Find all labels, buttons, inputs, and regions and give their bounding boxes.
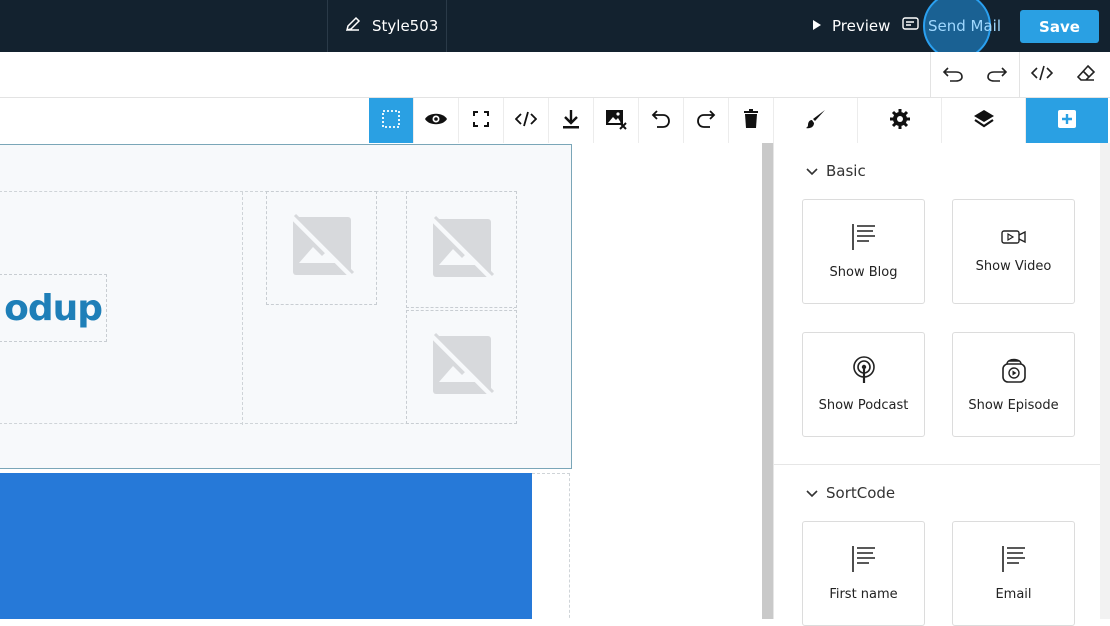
block-show-episode[interactable]: Show Episode: [952, 332, 1075, 437]
broken-image-icon: [429, 215, 495, 285]
send-mail-button[interactable]: Send Mail: [902, 14, 1001, 38]
category-label: SortCode: [826, 484, 896, 502]
code-view-button[interactable]: [1019, 52, 1064, 97]
image-placeholder[interactable]: [406, 191, 517, 308]
editor-canvas[interactable]: odup: [0, 143, 762, 619]
logo-column[interactable]: odup: [0, 192, 243, 425]
template-name: Style503: [372, 17, 439, 35]
secondary-toolbar: [0, 52, 1110, 98]
block-label: Email: [995, 587, 1032, 602]
select-component-icon: [381, 109, 401, 133]
tab-blocks[interactable]: [1025, 98, 1108, 143]
remove-image-icon: [605, 108, 627, 134]
preview-eye-button[interactable]: [414, 98, 459, 143]
logo-text: odup: [4, 287, 103, 329]
image-placeholder[interactable]: [266, 191, 377, 305]
trash-icon: [743, 108, 759, 133]
block-show-blog[interactable]: Show Blog: [802, 199, 925, 304]
tab-layer-manager[interactable]: [941, 98, 1025, 143]
block-label: First name: [829, 587, 898, 602]
brush-icon: [805, 108, 827, 134]
pencil-icon: [344, 15, 362, 37]
undo-button[interactable]: [931, 52, 975, 97]
mail-icon: [902, 16, 920, 36]
banner-column-outline: [532, 473, 570, 619]
category-divider: [774, 464, 1101, 465]
fullscreen-button[interactable]: [459, 98, 504, 143]
tab-style-manager[interactable]: [773, 98, 857, 143]
block-first-name[interactable]: First name: [802, 521, 925, 626]
episode-icon: [1001, 356, 1027, 388]
podcast-icon: [851, 356, 877, 388]
eraser-icon: [1076, 64, 1096, 86]
canvas-scrollbar-thumb[interactable]: [762, 143, 773, 619]
send-mail-label: Send Mail: [928, 17, 1002, 35]
tab-settings[interactable]: [857, 98, 941, 143]
code-button[interactable]: [504, 98, 549, 143]
redo-icon: [696, 109, 716, 133]
top-bar: Style503 Preview Send Mail Save: [0, 0, 1110, 60]
code-icon: [514, 111, 538, 131]
template-title[interactable]: Style503: [327, 0, 447, 52]
redo-tool-button[interactable]: [684, 98, 729, 143]
panel-tabs: [773, 98, 1108, 143]
layers-icon: [973, 108, 995, 134]
preview-label: Preview: [832, 17, 891, 35]
logo-image[interactable]: odup: [0, 274, 107, 342]
add-blocks-icon: [1058, 109, 1076, 132]
clear-canvas-button[interactable]: [1064, 52, 1108, 97]
block-label: Show Episode: [968, 398, 1059, 413]
category-basic[interactable]: Basic: [806, 161, 866, 181]
undo-icon: [942, 64, 964, 86]
block-label: Show Blog: [829, 265, 898, 280]
component-toolbar: [369, 98, 774, 143]
preview-button[interactable]: Preview: [812, 14, 890, 38]
blue-banner-section[interactable]: [0, 473, 532, 619]
history-tools: [930, 52, 1108, 97]
chevron-down-icon: [806, 484, 818, 502]
broken-image-icon: [289, 213, 355, 283]
block-show-video[interactable]: Show Video: [952, 199, 1075, 304]
category-sortcode[interactable]: SortCode: [806, 483, 895, 503]
settings-icon: [889, 108, 911, 134]
download-icon: [562, 109, 580, 133]
preview-eye-icon: [424, 111, 448, 131]
block-show-podcast[interactable]: Show Podcast: [802, 332, 925, 437]
blocks-panel: Basic Show Blog Show Video Show Podcast …: [773, 143, 1110, 626]
text-lines-icon: [1001, 545, 1027, 577]
chevron-down-icon: [806, 162, 818, 180]
remove-image-button[interactable]: [594, 98, 639, 143]
panel-scrollbar[interactable]: [1100, 143, 1110, 619]
undo-icon: [651, 109, 671, 133]
delete-button[interactable]: [729, 98, 774, 143]
text-lines-icon: [851, 545, 877, 577]
undo-tool-button[interactable]: [639, 98, 684, 143]
download-button[interactable]: [549, 98, 594, 143]
code-icon: [1030, 65, 1054, 85]
play-icon: [812, 17, 822, 35]
fullscreen-icon: [473, 110, 489, 131]
save-button[interactable]: Save: [1020, 10, 1099, 43]
block-label: Show Video: [975, 259, 1052, 274]
video-icon: [1000, 229, 1027, 249]
blog-lines-icon: [851, 223, 877, 255]
category-label: Basic: [826, 162, 866, 180]
redo-icon: [986, 64, 1008, 86]
header-section[interactable]: odup: [0, 144, 572, 469]
redo-button[interactable]: [975, 52, 1019, 97]
image-placeholder[interactable]: [406, 310, 517, 424]
block-email[interactable]: Email: [952, 521, 1075, 626]
broken-image-icon: [429, 332, 495, 402]
select-component-button[interactable]: [369, 98, 414, 143]
block-label: Show Podcast: [818, 398, 909, 413]
